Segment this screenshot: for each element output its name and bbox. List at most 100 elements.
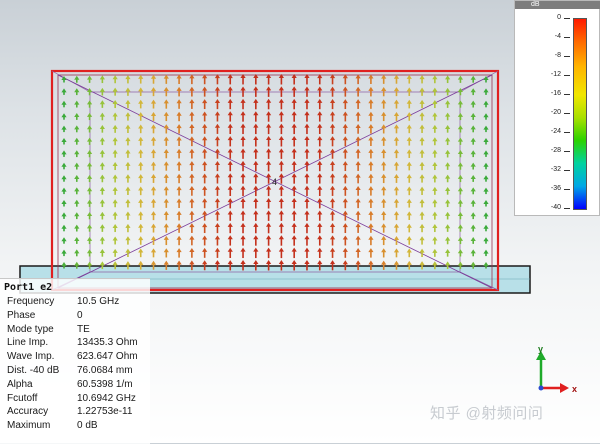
field-arrow <box>342 235 348 246</box>
field-arrow <box>202 99 208 110</box>
field-arrow <box>253 247 259 259</box>
field-arrow <box>240 74 246 85</box>
field-arrow <box>86 75 93 83</box>
field-arrow <box>291 111 297 122</box>
center-marker: 4 <box>272 177 277 187</box>
field-arrow <box>393 111 400 121</box>
field-arrow <box>368 161 374 171</box>
field-arrow <box>406 211 412 220</box>
field-arrow <box>445 199 451 208</box>
field-arrow <box>393 87 400 97</box>
field-arrow <box>317 222 323 234</box>
field-arrow <box>483 125 489 133</box>
field-arrow <box>329 148 336 159</box>
port-info-value: 623.647 Ohm <box>77 351 138 363</box>
field-arrow <box>278 98 284 110</box>
field-arrow <box>266 111 272 122</box>
field-arrow <box>227 210 233 221</box>
field-arrow <box>227 98 233 110</box>
field-arrow <box>393 211 400 221</box>
field-arrow <box>342 86 348 97</box>
field-arrow <box>445 211 451 220</box>
legend-tick-label: -20 <box>550 109 561 116</box>
field-arrow <box>419 186 425 196</box>
field-arrow <box>432 162 438 171</box>
field-arrow <box>304 185 310 197</box>
field-arrow <box>329 247 336 258</box>
field-arrow <box>419 211 425 220</box>
field-arrow <box>99 75 105 84</box>
field-arrow <box>406 223 412 233</box>
field-arrow <box>419 87 425 96</box>
field-arrow <box>189 161 195 171</box>
port-info-value: 76.0684 mm <box>77 364 133 376</box>
field-arrow <box>61 150 67 157</box>
field-arrow <box>163 248 169 258</box>
port-info-row: Phase 0 <box>0 310 150 324</box>
field-arrow <box>457 137 464 145</box>
field-arrow <box>99 87 105 96</box>
field-arrow <box>227 86 233 97</box>
field-arrow <box>74 113 80 120</box>
field-arrow <box>342 198 348 209</box>
field-arrow <box>393 248 400 258</box>
legend-color-bar <box>573 18 587 210</box>
field-arrow <box>125 137 131 146</box>
legend-tick-label: -4 <box>554 33 561 40</box>
field-arrow <box>163 173 169 184</box>
field-arrow <box>317 111 323 122</box>
field-arrow <box>86 162 93 170</box>
field-arrow <box>125 87 131 96</box>
field-arrow <box>381 149 387 159</box>
legend-tick-mark <box>564 37 570 38</box>
field-arrow <box>99 224 105 232</box>
field-arrow <box>266 136 272 147</box>
field-arrow <box>317 198 323 209</box>
field-arrow <box>240 123 246 135</box>
axes-triad: y x <box>536 344 577 394</box>
field-arrow <box>342 123 348 134</box>
field-arrow <box>432 186 438 195</box>
field-arrow <box>240 173 246 184</box>
field-arrow <box>432 199 438 208</box>
field-arrow <box>253 148 259 159</box>
port-info-row: Accuracy 1.22753e-11 <box>0 406 150 420</box>
field-arrow <box>393 186 400 196</box>
field-arrow <box>266 210 272 221</box>
field-arrow <box>189 99 195 109</box>
field-arrow <box>317 86 323 97</box>
field-arrow <box>329 136 336 147</box>
port-info-value: TE <box>77 323 90 335</box>
port-info-value: 60.5398 1/m <box>77 378 133 390</box>
legend-tick-mark <box>564 208 570 209</box>
field-arrow <box>163 235 169 246</box>
field-arrow <box>86 187 93 195</box>
field-arrow <box>61 175 67 182</box>
field-arrow <box>304 235 310 246</box>
field-arrow <box>202 185 208 196</box>
field-arrow <box>483 249 489 257</box>
field-arrow <box>355 185 361 196</box>
field-arrow <box>61 249 67 257</box>
field-arrow <box>368 210 374 221</box>
field-arrow <box>99 236 105 245</box>
field-arrow <box>342 136 348 147</box>
field-arrow <box>74 237 80 244</box>
field-arrow <box>112 100 118 109</box>
field-arrow <box>214 111 221 122</box>
field-arrow <box>240 136 246 147</box>
field-arrow <box>470 75 476 83</box>
field-arrow <box>368 235 374 246</box>
field-arrow <box>227 235 233 246</box>
field-arrow <box>240 235 246 246</box>
port-info-value: 10.5 GHz <box>77 296 120 307</box>
field-arrow <box>227 222 233 234</box>
legend-tick-mark <box>564 170 570 171</box>
field-arrow <box>150 186 157 196</box>
field-arrow <box>317 247 323 258</box>
color-legend: dB 0 -4 -8 -12 -16 -20 -24 -28 -32 -36 -40 <box>514 0 600 216</box>
field-arrow <box>432 224 438 233</box>
field-arrow <box>240 185 246 197</box>
field-arrow <box>419 236 425 245</box>
field-arrow <box>368 148 374 159</box>
